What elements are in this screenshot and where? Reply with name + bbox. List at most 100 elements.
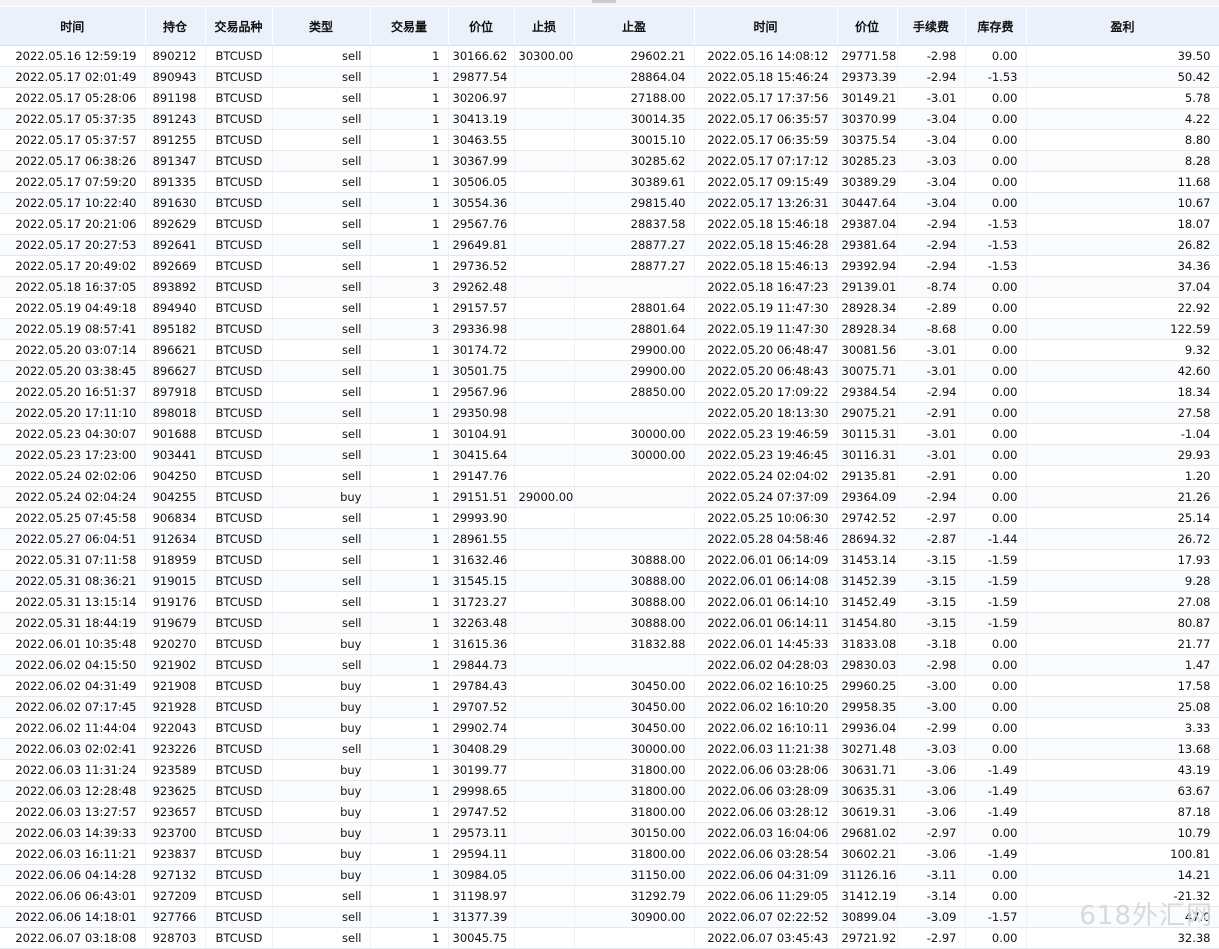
cell-open-price: 29262.48 bbox=[448, 276, 515, 298]
table-row[interactable]: 2022.05.25 07:45:58 906834 BTCUSD sell 1 2999… bbox=[0, 507, 1219, 529]
header-type[interactable]: 类型 bbox=[272, 7, 371, 46]
cell-commission: -3.15 bbox=[897, 591, 966, 613]
cell-open-price: 29844.73 bbox=[448, 654, 515, 676]
cell-type: sell bbox=[272, 402, 371, 424]
cell-stop-loss bbox=[514, 339, 575, 361]
table-row[interactable]: 2022.05.31 08:36:21 919015 BTCUSD sell 1 3154… bbox=[0, 570, 1219, 592]
cell-close-time: 2022.05.23 19:46:59 bbox=[694, 423, 838, 445]
cell-swap: -1.49 bbox=[965, 759, 1027, 781]
header-open-price[interactable]: 价位 bbox=[448, 7, 515, 46]
cell-type: sell bbox=[272, 213, 371, 235]
table-row[interactable]: 2022.05.17 20:49:02 892669 BTCUSD sell 1 2973… bbox=[0, 255, 1219, 277]
cell-commission: -2.94 bbox=[897, 213, 966, 235]
cell-type: sell bbox=[272, 66, 371, 88]
table-row[interactable]: 2022.05.20 17:11:10 898018 BTCUSD sell 1 2935… bbox=[0, 402, 1219, 424]
cell-close-price: 29384.54 bbox=[837, 381, 898, 403]
cell-symbol: BTCUSD bbox=[205, 87, 273, 109]
header-close-price[interactable]: 价位 bbox=[837, 7, 898, 46]
table-row[interactable]: 2022.06.06 06:43:01 927209 BTCUSD sell 1 3119… bbox=[0, 885, 1219, 907]
cell-symbol: BTCUSD bbox=[205, 507, 273, 529]
header-position[interactable]: 持仓 bbox=[145, 7, 206, 46]
cell-open-time: 2022.05.16 12:59:19 bbox=[0, 45, 146, 67]
cell-swap: 0.00 bbox=[965, 696, 1027, 718]
cell-position: 921908 bbox=[145, 675, 206, 697]
table-row[interactable]: 2022.05.17 05:37:35 891243 BTCUSD sell 1 3041… bbox=[0, 108, 1219, 130]
cell-position: 890943 bbox=[145, 66, 206, 88]
table-row[interactable]: 2022.05.24 02:04:24 904255 BTCUSD buy 1 29151… bbox=[0, 486, 1219, 508]
cell-commission: -3.04 bbox=[897, 171, 966, 193]
table-row[interactable]: 2022.06.03 02:02:41 923226 BTCUSD sell 1 3040… bbox=[0, 738, 1219, 760]
header-swap[interactable]: 库存费 bbox=[965, 7, 1027, 46]
cell-symbol: BTCUSD bbox=[205, 612, 273, 634]
table-row[interactable]: 2022.05.18 16:37:05 893892 BTCUSD sell 3 2926… bbox=[0, 276, 1219, 298]
table-row[interactable]: 2022.06.02 07:17:45 921928 BTCUSD buy 1 29707… bbox=[0, 696, 1219, 718]
cell-close-price: 29742.52 bbox=[837, 507, 898, 529]
table-row[interactable]: 2022.05.17 20:27:53 892641 BTCUSD sell 1 2964… bbox=[0, 234, 1219, 256]
table-row[interactable]: 2022.06.03 13:27:57 923657 BTCUSD buy 1 29747… bbox=[0, 801, 1219, 823]
table-row[interactable]: 2022.05.31 13:15:14 919176 BTCUSD sell 1 3172… bbox=[0, 591, 1219, 613]
cell-stop-loss bbox=[514, 906, 575, 928]
table-row[interactable]: 2022.05.17 02:01:49 890943 BTCUSD sell 1 2987… bbox=[0, 66, 1219, 88]
table-row[interactable]: 2022.06.06 04:14:28 927132 BTCUSD buy 1 30984… bbox=[0, 864, 1219, 886]
header-take-profit[interactable]: 止盈 bbox=[574, 7, 695, 46]
cell-open-price: 30045.75 bbox=[448, 927, 515, 949]
cell-symbol: BTCUSD bbox=[205, 906, 273, 928]
table-row[interactable]: 2022.05.19 08:57:41 895182 BTCUSD sell 3 2933… bbox=[0, 318, 1219, 340]
header-close-time[interactable]: 时间 bbox=[694, 7, 838, 46]
cell-commission: -8.68 bbox=[897, 318, 966, 340]
cell-stop-loss bbox=[514, 885, 575, 907]
table-row[interactable]: 2022.05.16 12:59:19 890212 BTCUSD sell 1 3016… bbox=[0, 45, 1219, 67]
cell-open-time: 2022.05.17 05:28:06 bbox=[0, 87, 146, 109]
table-row[interactable]: 2022.05.17 05:28:06 891198 BTCUSD sell 1 3020… bbox=[0, 87, 1219, 109]
table-row[interactable]: 2022.05.20 03:07:14 896621 BTCUSD sell 1 3017… bbox=[0, 339, 1219, 361]
table-row[interactable]: 2022.05.20 16:51:37 897918 BTCUSD sell 1 2956… bbox=[0, 381, 1219, 403]
table-row[interactable]: 2022.05.31 18:44:19 919679 BTCUSD sell 1 3226… bbox=[0, 612, 1219, 634]
table-row[interactable]: 2022.05.27 06:04:51 912634 BTCUSD sell 1 2896… bbox=[0, 528, 1219, 550]
cell-stop-loss bbox=[514, 822, 575, 844]
cell-close-time: 2022.06.02 16:10:25 bbox=[694, 675, 838, 697]
cell-close-time: 2022.06.01 14:45:33 bbox=[694, 633, 838, 655]
header-volume[interactable]: 交易量 bbox=[370, 7, 449, 46]
cell-open-price: 31632.46 bbox=[448, 549, 515, 571]
cell-commission: -3.14 bbox=[897, 885, 966, 907]
table-row[interactable]: 2022.05.17 20:21:06 892629 BTCUSD sell 1 2956… bbox=[0, 213, 1219, 235]
table-row[interactable]: 2022.05.20 03:38:45 896627 BTCUSD sell 1 3050… bbox=[0, 360, 1219, 382]
cell-open-price: 29350.98 bbox=[448, 402, 515, 424]
table-row[interactable]: 2022.05.17 06:38:26 891347 BTCUSD sell 1 3036… bbox=[0, 150, 1219, 172]
table-row[interactable]: 2022.06.03 16:11:21 923837 BTCUSD buy 1 29594… bbox=[0, 843, 1219, 865]
table-row[interactable]: 2022.06.03 12:28:48 923625 BTCUSD buy 1 29998… bbox=[0, 780, 1219, 802]
table-row[interactable]: 2022.05.17 10:22:40 891630 BTCUSD sell 1 3055… bbox=[0, 192, 1219, 214]
table-row[interactable]: 2022.05.23 17:23:00 903441 BTCUSD sell 1 3041… bbox=[0, 444, 1219, 466]
table-row[interactable]: 2022.06.07 03:18:08 928703 BTCUSD sell 1 3004… bbox=[0, 927, 1219, 949]
cell-open-price: 29747.52 bbox=[448, 801, 515, 823]
table-row[interactable]: 2022.06.03 11:31:24 923589 BTCUSD buy 1 30199… bbox=[0, 759, 1219, 781]
table-row[interactable]: 2022.05.19 04:49:18 894940 BTCUSD sell 1 2915… bbox=[0, 297, 1219, 319]
cell-swap: 0.00 bbox=[965, 360, 1027, 382]
table-row[interactable]: 2022.06.03 14:39:33 923700 BTCUSD buy 1 29573… bbox=[0, 822, 1219, 844]
cell-position: 898018 bbox=[145, 402, 206, 424]
header-open-time[interactable]: 时间 bbox=[0, 7, 146, 46]
table-row[interactable]: 2022.06.02 04:31:49 921908 BTCUSD buy 1 29784… bbox=[0, 675, 1219, 697]
header-stop-loss[interactable]: 止损 bbox=[514, 7, 575, 46]
table-row[interactable]: 2022.06.06 14:18:01 927766 BTCUSD sell 1 3137… bbox=[0, 906, 1219, 928]
cell-close-price: 31452.39 bbox=[837, 570, 898, 592]
table-row[interactable]: 2022.06.01 10:35:48 920270 BTCUSD buy 1 31615… bbox=[0, 633, 1219, 655]
table-row[interactable]: 2022.05.17 07:59:20 891335 BTCUSD sell 1 3050… bbox=[0, 171, 1219, 193]
table-row[interactable]: 2022.06.02 11:44:04 922043 BTCUSD buy 1 29902… bbox=[0, 717, 1219, 739]
table-row[interactable]: 2022.06.02 04:15:50 921902 BTCUSD sell 1 2984… bbox=[0, 654, 1219, 676]
cell-open-time: 2022.05.17 05:37:35 bbox=[0, 108, 146, 130]
cell-open-time: 2022.06.03 16:11:21 bbox=[0, 843, 146, 865]
cell-symbol: BTCUSD bbox=[205, 234, 273, 256]
header-symbol[interactable]: 交易品种 bbox=[205, 7, 273, 46]
cell-profit: 8.80 bbox=[1026, 129, 1219, 151]
table-row[interactable]: 2022.05.23 04:30:07 901688 BTCUSD sell 1 3010… bbox=[0, 423, 1219, 445]
table-row[interactable]: 2022.05.31 07:11:58 918959 BTCUSD sell 1 3163… bbox=[0, 549, 1219, 571]
cell-open-price: 30367.99 bbox=[448, 150, 515, 172]
header-commission[interactable]: 手续费 bbox=[897, 7, 966, 46]
cell-close-price: 28928.34 bbox=[837, 318, 898, 340]
table-row[interactable]: 2022.05.24 02:02:06 904250 BTCUSD sell 1 2914… bbox=[0, 465, 1219, 487]
table-row[interactable]: 2022.05.17 05:37:57 891255 BTCUSD sell 1 3046… bbox=[0, 129, 1219, 151]
cell-close-price: 30899.04 bbox=[837, 906, 898, 928]
header-profit[interactable]: 盈利 bbox=[1026, 7, 1219, 46]
cell-swap: 0.00 bbox=[965, 717, 1027, 739]
